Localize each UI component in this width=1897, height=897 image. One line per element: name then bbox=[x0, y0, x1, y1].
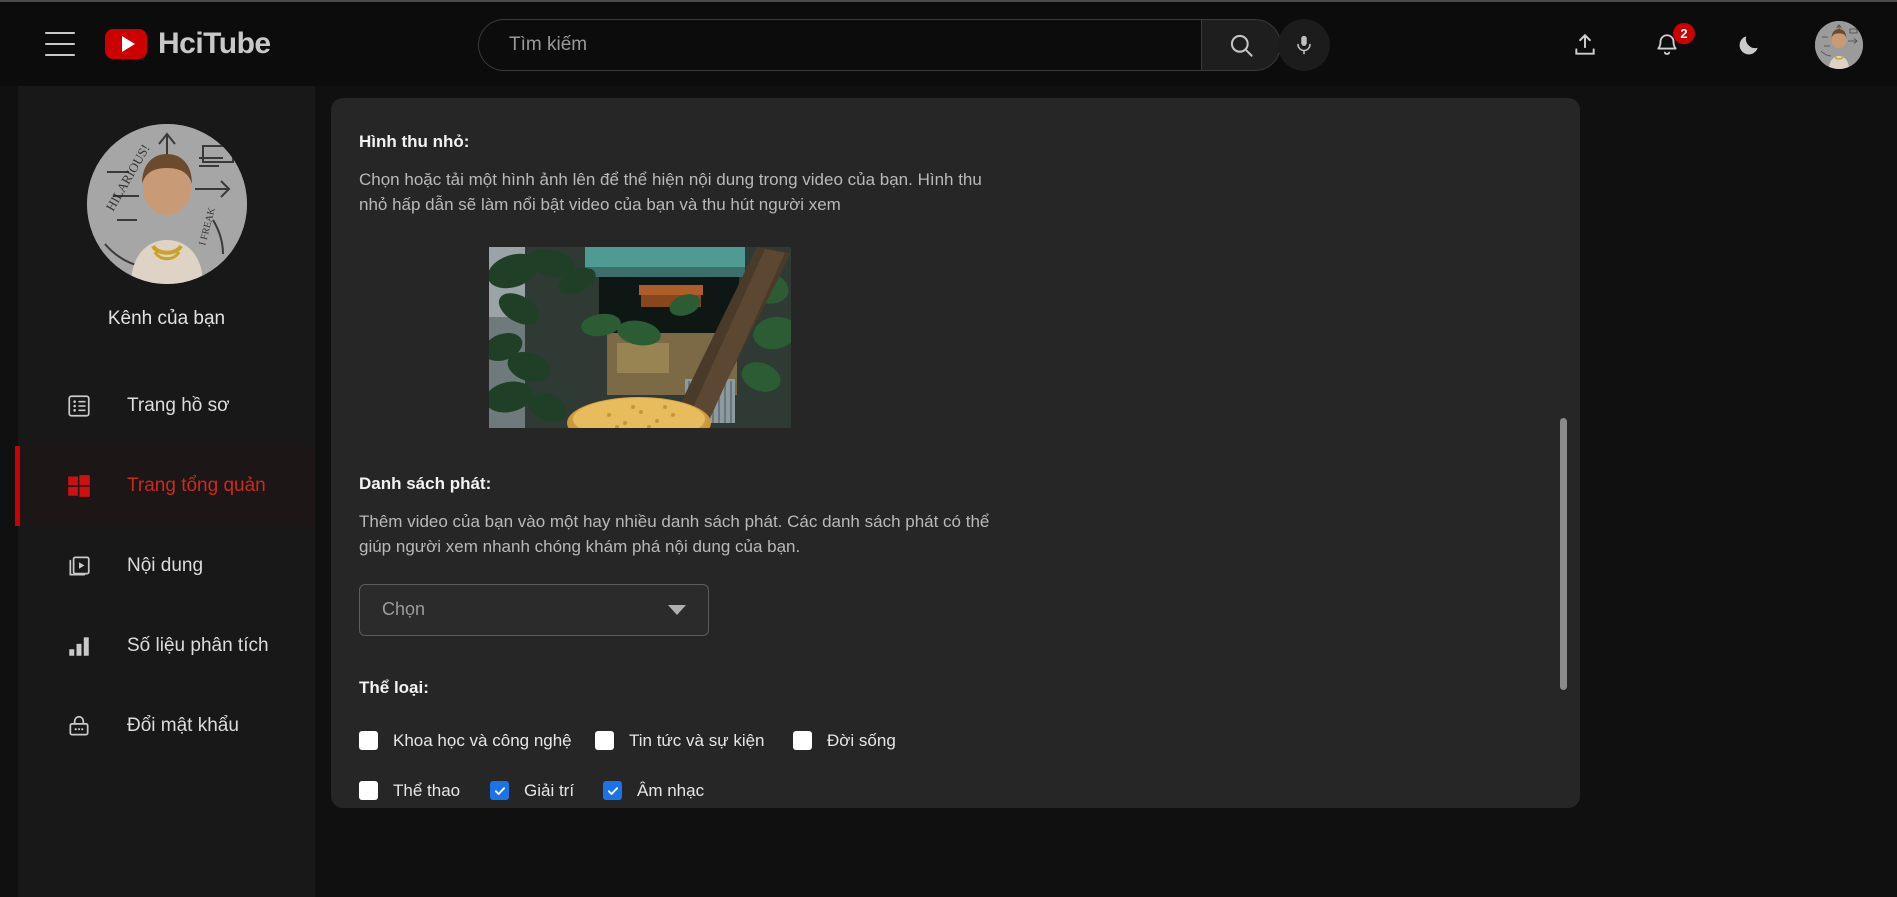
playlist-description: Thêm video của bạn vào một hay nhiều dan… bbox=[359, 512, 990, 556]
checkbox-box[interactable] bbox=[359, 781, 378, 801]
playlist-section: Danh sách phát: Thêm video của bạn vào m… bbox=[359, 474, 1580, 636]
playlist-select[interactable]: Chọn bbox=[359, 583, 709, 636]
dashboard-windows-icon bbox=[64, 471, 94, 501]
brand-logo[interactable]: HciTube bbox=[105, 27, 271, 61]
playlist-label: Danh sách phát: bbox=[359, 474, 492, 494]
card-scrollbar-track[interactable] bbox=[1560, 98, 1574, 808]
checkbox-box[interactable] bbox=[490, 781, 509, 801]
header-actions: 2 bbox=[1569, 2, 1863, 88]
content-video-icon bbox=[64, 551, 94, 581]
checkbox-label: Tin tức và sự kiện bbox=[629, 730, 765, 750]
channel-avatar[interactable]: HILARIOUS! I FREAK bbox=[86, 124, 247, 284]
video-details-card: Hình thu nhỏ: Chọn hoặc tải một hình ảnh… bbox=[331, 98, 1580, 808]
playlist-select-value: Chọn bbox=[382, 599, 426, 620]
sidebar-item-dashboard[interactable]: Trang tổng quản bbox=[15, 446, 315, 526]
thumbnail-section: Hình thu nhỏ: Chọn hoặc tải một hình ảnh… bbox=[359, 132, 1580, 429]
search-input[interactable] bbox=[478, 19, 1201, 71]
check-icon bbox=[607, 786, 618, 795]
search-icon bbox=[1230, 34, 1253, 57]
thumbnail-image bbox=[489, 247, 791, 429]
checkbox-label: Khoa học và công nghệ bbox=[393, 730, 572, 750]
check-icon bbox=[494, 786, 505, 795]
genre-checkbox-sports[interactable]: Thể thao bbox=[359, 781, 490, 801]
profile-list-icon bbox=[64, 391, 94, 421]
genre-checkbox-news-events[interactable]: Tin tức và sự kiện bbox=[595, 731, 793, 751]
analytics-bar-chart-icon bbox=[64, 631, 94, 661]
thumbnail-description: Chọn hoặc tải một hình ảnh lên để thể hi… bbox=[359, 170, 982, 214]
channel-name-label: Kênh của bạn bbox=[107, 308, 226, 329]
channel-summary: HILARIOUS! I FREAK Kênh của bạn bbox=[18, 86, 315, 330]
thumbnail-label: Hình thu nhỏ: bbox=[359, 132, 470, 151]
sidebar-item-label: Số liệu phân tích bbox=[127, 635, 269, 656]
genre-label: Thể loại: bbox=[359, 677, 429, 697]
youtube-play-logo-icon bbox=[105, 29, 147, 59]
genre-row: Thể thao Giải trí Âm nhạc bbox=[359, 766, 1580, 808]
genre-row: Khoa học và công nghệ Tin tức và sự kiện bbox=[359, 716, 1580, 766]
checkbox-box[interactable] bbox=[359, 731, 378, 751]
microphone-icon bbox=[1297, 35, 1311, 55]
channel-avatar-image: HILARIOUS! I FREAK bbox=[86, 124, 247, 284]
checkbox-label: Âm nhạc bbox=[637, 780, 705, 800]
top-header-bar: HciTube Tìm kiếm 2 bbox=[0, 0, 1897, 86]
sidebar-item-change-password[interactable]: Đổi mật khẩu bbox=[18, 686, 315, 766]
upload-button[interactable] bbox=[1569, 29, 1601, 61]
sidebar-item-content[interactable]: Nội dung bbox=[18, 526, 315, 606]
sidebar-item-label: Trang tổng quản bbox=[127, 475, 266, 496]
checkbox-label: Đời sống bbox=[827, 730, 896, 750]
lock-icon bbox=[64, 711, 94, 741]
genre-checkbox-entertainment[interactable]: Giải trí bbox=[490, 781, 603, 801]
sidebar: HILARIOUS! I FREAK Kênh của bạn Trang hồ… bbox=[15, 86, 315, 897]
genre-section: Thể loại: Khoa học và công nghệ Tin tức … bbox=[359, 678, 1580, 808]
dark-mode-toggle[interactable] bbox=[1733, 29, 1765, 61]
sidebar-item-label: Nội dung bbox=[127, 555, 204, 576]
notification-badge: 2 bbox=[1673, 23, 1695, 44]
dark-mode-moon-icon bbox=[1739, 36, 1758, 55]
genre-checkbox-music[interactable]: Âm nhạc bbox=[603, 781, 704, 801]
sidebar-item-analytics[interactable]: Số liệu phân tích bbox=[18, 606, 315, 686]
card-scrollbar-thumb[interactable] bbox=[1560, 418, 1567, 690]
checkbox-box[interactable] bbox=[793, 731, 812, 751]
notifications-button[interactable]: 2 bbox=[1651, 23, 1695, 61]
checkbox-label: Thể thao bbox=[393, 780, 461, 800]
sidebar-item-label: Đổi mật khẩu bbox=[127, 715, 239, 736]
genre-checkbox-lifestyle[interactable]: Đời sống bbox=[793, 731, 896, 751]
voice-search-button[interactable] bbox=[1278, 19, 1330, 71]
avatar[interactable] bbox=[1815, 21, 1863, 69]
hamburger-menu-icon[interactable] bbox=[45, 32, 75, 56]
search-bar bbox=[478, 19, 1281, 71]
brand-name: HciTube bbox=[158, 27, 271, 60]
avatar-image bbox=[1815, 21, 1863, 69]
checkbox-box[interactable] bbox=[603, 781, 622, 801]
chevron-down-icon bbox=[668, 604, 686, 615]
thumbnail-preview[interactable] bbox=[489, 247, 791, 429]
checkbox-box[interactable] bbox=[595, 731, 614, 751]
sidebar-item-profile[interactable]: Trang hồ sơ bbox=[18, 366, 315, 446]
genre-checkbox-group: Khoa học và công nghệ Tin tức và sự kiện bbox=[359, 716, 1580, 808]
sidebar-item-label: Trang hồ sơ bbox=[127, 395, 230, 416]
page-body: HILARIOUS! I FREAK Kênh của bạn Trang hồ… bbox=[0, 86, 1897, 897]
genre-checkbox-science-tech[interactable]: Khoa học và công nghệ bbox=[359, 731, 595, 751]
checkbox-label: Giải trí bbox=[524, 780, 575, 800]
sidebar-nav: Trang hồ sơ Trang tổng quản Nội dung Số … bbox=[15, 366, 315, 766]
upload-icon bbox=[1575, 34, 1595, 55]
search-button[interactable] bbox=[1201, 19, 1281, 71]
